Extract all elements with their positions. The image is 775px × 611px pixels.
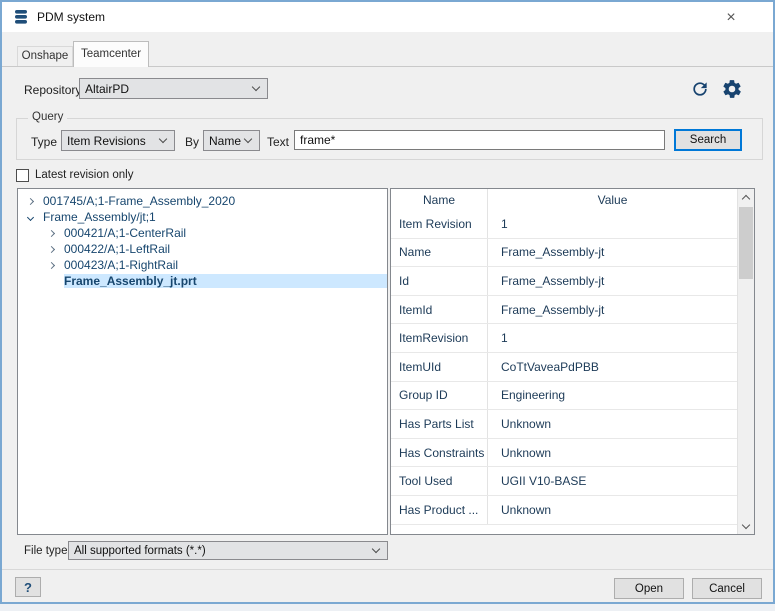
chevron-down-icon	[372, 544, 380, 552]
property-value-cell: 1	[488, 324, 737, 352]
tree-item-label: 000423/A;1-RightRail	[64, 258, 178, 272]
tree-item[interactable]: 001745/A;1-Frame_Assembly_2020	[18, 193, 387, 209]
type-dropdown[interactable]: Item Revisions	[61, 130, 175, 151]
scroll-thumb[interactable]	[739, 207, 753, 279]
tree-item[interactable]: Frame_Assembly_jt.prt	[18, 273, 387, 289]
file-type-value: All supported formats (*.*)	[74, 545, 206, 557]
search-text-input[interactable]	[294, 130, 665, 150]
property-name-cell: Tool Used	[391, 467, 488, 495]
table-row: NameFrame_Assembly-jt	[391, 239, 737, 268]
scroll-up-icon[interactable]	[738, 189, 754, 205]
table-row: Item Revision1	[391, 210, 737, 239]
tree-item-label: 000421/A;1-CenterRail	[64, 226, 186, 240]
scrollbar[interactable]	[737, 189, 754, 534]
chevron-down-icon	[159, 134, 167, 142]
tab-onshape[interactable]: Onshape	[17, 46, 73, 66]
search-button[interactable]: Search	[674, 129, 742, 151]
help-button[interactable]: ?	[15, 577, 41, 597]
property-name-cell: Group ID	[391, 382, 488, 410]
table-row: Tool UsedUGII V10-BASE	[391, 467, 737, 496]
database-icon	[13, 9, 29, 25]
pdm-dialog-window: PDM system × Onshape Teamcenter Reposito…	[0, 0, 775, 604]
close-icon[interactable]: ×	[721, 8, 741, 28]
tree-item[interactable]: Frame_Assembly/jt;1	[18, 209, 387, 225]
property-name-cell: Name	[391, 239, 488, 267]
property-name-cell: Has Product ...	[391, 496, 488, 524]
property-name-cell: Item Revision	[391, 210, 488, 238]
tree-item[interactable]: 000421/A;1-CenterRail	[18, 225, 387, 241]
property-name-cell: Has Parts List	[391, 410, 488, 438]
repository-value: AltairPD	[85, 82, 129, 96]
table-row: Has Parts ListUnknown	[391, 410, 737, 439]
table-row: ItemRevision1	[391, 324, 737, 353]
latest-revision-label: Latest revision only	[35, 169, 133, 181]
chevron-right-icon[interactable]	[48, 229, 55, 236]
property-value-cell: Frame_Assembly-jt	[488, 239, 737, 267]
tree-item-label: Frame_Assembly_jt.prt	[64, 274, 387, 288]
property-name-cell: Has Constraints	[391, 439, 488, 467]
type-value: Item Revisions	[67, 134, 146, 148]
tree-item-label: Frame_Assembly/jt;1	[43, 210, 156, 224]
property-value-cell: Frame_Assembly-jt	[488, 267, 737, 295]
table-row: Group IDEngineering	[391, 382, 737, 411]
property-value-cell: UGII V10-BASE	[488, 467, 737, 495]
table-header-row: NameValue	[391, 189, 737, 210]
chevron-right-icon[interactable]	[48, 245, 55, 252]
title-bar: PDM system ×	[2, 2, 773, 32]
chevron-down-icon	[244, 134, 252, 142]
property-value-cell: CoTtVaveaPdPBB	[488, 353, 737, 381]
property-value-cell: Frame_Assembly-jt	[488, 296, 737, 324]
chevron-right-icon[interactable]	[48, 261, 55, 268]
scroll-down-icon[interactable]	[738, 518, 754, 534]
table-row: Has Product ...Unknown	[391, 496, 737, 525]
property-name-cell: ItemId	[391, 296, 488, 324]
tab-teamcenter[interactable]: Teamcenter	[73, 41, 149, 67]
chevron-down-icon[interactable]	[27, 213, 34, 220]
table-row: IdFrame_Assembly-jt	[391, 267, 737, 296]
tree-item-label: 001745/A;1-Frame_Assembly_2020	[43, 194, 235, 208]
chevron-right-icon[interactable]	[27, 197, 34, 204]
property-name-cell: Id	[391, 267, 488, 295]
tree-item[interactable]: 000422/A;1-LeftRail	[18, 241, 387, 257]
property-value-cell: Engineering	[488, 382, 737, 410]
property-name-cell: ItemRevision	[391, 324, 488, 352]
property-value-cell: 1	[488, 210, 737, 238]
latest-revision-checkbox[interactable]	[16, 169, 29, 182]
tree-item[interactable]: 000423/A;1-RightRail	[18, 257, 387, 273]
by-label: By	[185, 135, 199, 149]
file-type-label: File type	[24, 545, 67, 557]
by-value: Name	[209, 134, 241, 148]
tree-item-label: 000422/A;1-LeftRail	[64, 242, 170, 256]
properties-panel: NameValueItem Revision1NameFrame_Assembl…	[390, 188, 755, 535]
tree-indent	[49, 279, 54, 284]
gear-icon[interactable]	[721, 78, 743, 105]
column-header-name: Name	[391, 189, 488, 210]
property-value-cell: Unknown	[488, 496, 737, 524]
property-value-cell: Unknown	[488, 439, 737, 467]
text-label: Text	[267, 135, 289, 149]
table-row: ItemIdFrame_Assembly-jt	[391, 296, 737, 325]
open-button[interactable]: Open	[614, 578, 684, 599]
cancel-button[interactable]: Cancel	[692, 578, 762, 599]
table-row: Has ConstraintsUnknown	[391, 439, 737, 468]
property-value-cell: Unknown	[488, 410, 737, 438]
repository-label: Repository	[24, 83, 81, 97]
table-row: ItemUIdCoTtVaveaPdPBB	[391, 353, 737, 382]
refresh-icon[interactable]	[690, 79, 710, 104]
chevron-down-icon	[252, 82, 260, 90]
by-dropdown[interactable]: Name	[203, 130, 260, 151]
window-title: PDM system	[37, 10, 105, 24]
file-type-dropdown[interactable]: All supported formats (*.*)	[68, 541, 388, 560]
property-name-cell: ItemUId	[391, 353, 488, 381]
tree-view[interactable]: 001745/A;1-Frame_Assembly_2020 Frame_Asse…	[17, 188, 388, 535]
footer-separator	[2, 569, 773, 570]
query-group-label: Query	[28, 111, 67, 123]
repository-dropdown[interactable]: AltairPD	[79, 78, 268, 99]
type-label: Type	[31, 135, 57, 149]
column-header-value: Value	[488, 189, 737, 210]
